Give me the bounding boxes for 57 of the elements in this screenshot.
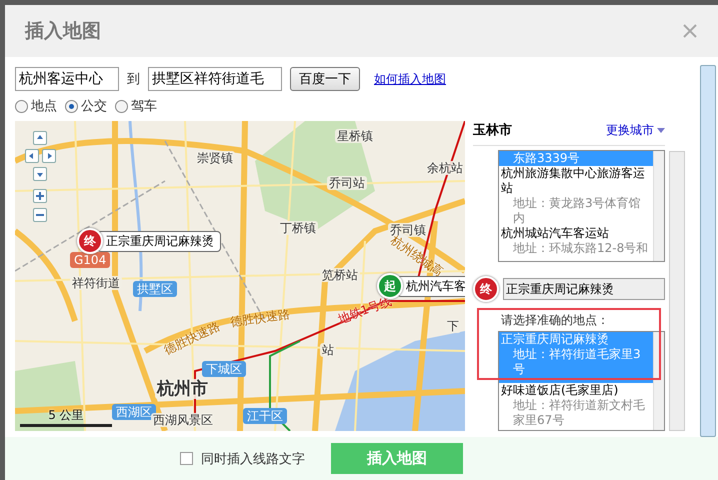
plus-icon [36,192,44,200]
map-label: 乔司站 [327,176,367,190]
map-label: 余杭站 [425,161,465,176]
right-arrow-icon [45,152,53,160]
list-scrollbar[interactable] [653,151,664,261]
pan-down-button[interactable] [33,167,47,181]
destination-field[interactable]: 拱墅区祥符街道毛 [148,67,282,91]
map-label: 拱墅区 [133,281,177,298]
map-label: 站 [320,343,336,358]
pan-right-button[interactable] [42,149,56,163]
insert-route-text-checkbox[interactable] [180,452,193,465]
zoom-in-button[interactable] [33,189,47,203]
map-label: 乔司镇 [388,223,428,238]
map-label: 江干区 [243,408,287,424]
scale-bar: 5 公里 [20,407,112,427]
checkbox-label: 同时插入线路文字 [201,450,305,468]
map-label: 祥符街道 [70,276,122,290]
map-label: 崇贤镇 [195,151,235,166]
origin-field[interactable]: 杭州客运中心 [15,67,119,91]
down-arrow-icon [36,170,44,178]
marker-label: 正宗重庆周记麻辣烫 [97,230,221,252]
map-label: 笕桥站 [320,268,360,282]
mode-radio[interactable] [115,100,128,112]
search-button[interactable]: 百度一下 [290,67,360,91]
mode-radio[interactable] [65,100,78,112]
map-label: 德胜快速路 [162,319,222,358]
map-label: G104 [70,252,110,268]
left-arrow-icon [28,152,36,160]
choose-place-prompt: 请选择准确的地点： [501,312,610,329]
map-label: 下城区 [202,361,246,378]
city-name: 玉林市 [473,122,512,139]
map-label: 星桥镇 [335,129,375,144]
map-label: 德胜快速路 [229,306,291,330]
mode-radio[interactable] [15,100,28,112]
caret-icon [657,128,665,132]
destination-name-field[interactable]: 正宗重庆周记麻辣烫 [503,278,665,300]
help-link[interactable]: 如何插入地图 [374,70,446,88]
up-arrow-icon [36,134,44,142]
mode-label: 公交 [81,98,107,115]
to-label: 到 [127,71,140,88]
zoom-out-button[interactable] [33,208,47,222]
map-label: 下 [445,319,461,334]
panel-scrollbar[interactable] [669,151,685,431]
mode-label: 地点 [31,98,57,115]
end-badge-icon: 终 [473,276,499,302]
mode-label: 驾车 [131,98,157,115]
map-label: 杭州市 [155,379,210,400]
list-scrollbar[interactable] [653,332,664,430]
map-label: 丁桥镇 [278,221,318,236]
close-icon[interactable] [682,23,698,39]
change-city-link[interactable]: 更换城市 [606,122,665,138]
pan-up-button[interactable] [33,131,47,145]
pan-left-button[interactable] [25,149,39,163]
dialog-scrollbar[interactable] [700,65,716,437]
minus-icon [36,211,44,219]
start-marker-icon[interactable]: 起 [377,273,403,299]
dialog-title: 插入地图 [25,19,101,44]
